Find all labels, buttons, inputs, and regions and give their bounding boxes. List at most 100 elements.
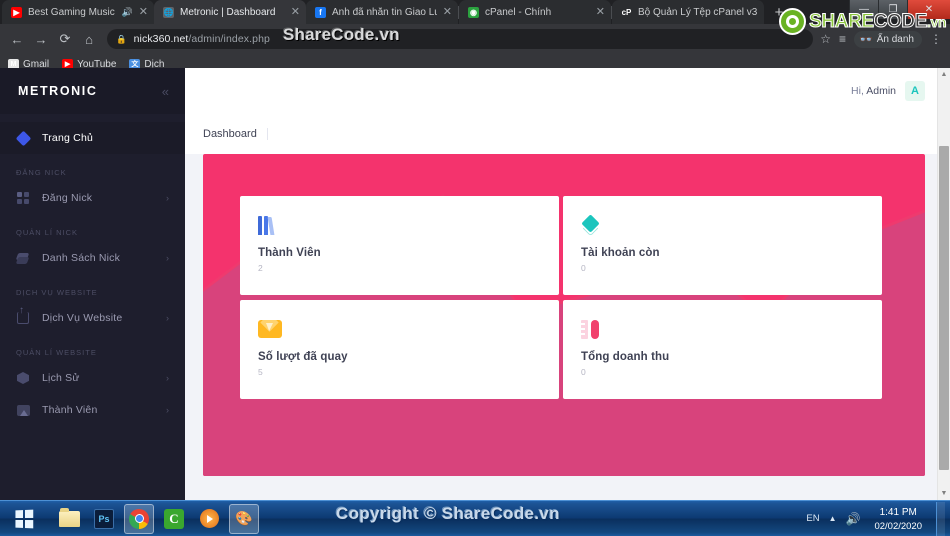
stat-card-tong-doanh-thu[interactable]: Tổng doanh thu 0 [563,300,882,399]
main-content: Hi, Admin A Dashboard Thành Viên 2 Tài k… [185,68,950,500]
folder-icon [58,507,80,527]
scroll-up-icon[interactable]: ▲ [938,68,950,81]
taskbar-file-explorer[interactable] [54,504,84,534]
sidebar-item-dich-vu-website[interactable]: Dịch Vụ Website › [0,302,185,334]
language-indicator[interactable]: EN [806,513,819,524]
taskbar-clock[interactable]: 1:41 PM 02/02/2020 [869,505,927,533]
toolbar-right-actions: ☆ ≡ 👓 Ẩn danh ⋮ [820,30,944,48]
tray-expand-icon[interactable]: ▲ [829,514,837,523]
taskbar-paint[interactable]: 🎨 [229,503,259,534]
layers-icon [15,251,30,265]
camtasia-icon: C [164,508,184,529]
home-icon[interactable]: ⌂ [78,28,100,50]
browser-tab-2[interactable]: f Anh đã nhắn tin Giao Luu - Cod ✕ [306,0,458,24]
windows-logo-icon [15,509,33,528]
address-bar[interactable]: 🔒 nick360.net/admin/index.php [107,29,814,49]
tab-title: Bộ Quản Lý Tệp cPanel v3 [638,6,758,18]
sidebar-item-trang-chu[interactable]: Trang Chủ [0,122,185,154]
tab-audio-icon[interactable]: 🔊 [122,7,133,18]
scrollbar-thumb[interactable] [939,146,949,470]
url-text: nick360.net/admin/index.php [134,33,270,45]
page-scrollbar[interactable]: ▲ ▼ [937,68,950,500]
image-icon [16,403,30,417]
incognito-label: Ẩn danh [876,33,914,45]
taskbar-camtasia[interactable]: C [159,504,189,534]
scroll-down-icon[interactable]: ▼ [938,487,950,500]
app-topbar: Hi, Admin A [185,68,950,114]
new-tab-button[interactable]: + [768,1,790,23]
browser-tab-1[interactable]: 🌐 Metronic | Dashboard ✕ [154,0,306,24]
url-domain: nick360.net [133,33,189,45]
sidebar-item-dang-nick[interactable]: Đăng Nick › [0,182,185,214]
chevron-right-icon: › [166,313,169,323]
forward-icon[interactable]: → [30,28,52,50]
diamond-icon [581,212,864,238]
maximize-button[interactable]: ❐ [878,0,907,19]
youtube-icon: ▶ [11,6,22,18]
url-path: /admin/index.php [188,33,270,45]
stat-card-tai-khoan-con[interactable]: Tài khoản còn 0 [563,196,882,295]
reading-list-icon[interactable]: ≡ [839,32,846,46]
paint-icon: 🎨 [235,510,253,526]
browser-toolbar: ← → ⟳ ⌂ 🔒 nick360.net/admin/index.php ☆ … [0,8,950,54]
window-close-button[interactable]: ✕ [907,0,950,19]
taskbar-media-player[interactable] [194,504,224,534]
sidebar-item-thanh-vien[interactable]: Thành Viên › [0,394,185,426]
start-button[interactable] [0,502,48,536]
breadcrumb-divider [266,128,268,140]
chevron-right-icon: › [166,193,169,203]
chevron-right-icon: › [166,373,169,383]
stat-card-so-luot-da-quay[interactable]: Số lượt đã quay 5 [240,300,559,399]
box-icon [16,371,30,385]
books-icon [258,212,541,238]
minimize-button[interactable]: — [849,0,878,19]
stat-cards-grid: Thành Viên 2 Tài khoản còn 0 Số lượt đã … [240,196,882,399]
stat-card-thanh-vien[interactable]: Thành Viên 2 [240,196,559,295]
card-value: 0 [581,367,586,377]
cpanel-icon: ◉ [468,6,479,18]
bookmark-star-icon[interactable]: ☆ [820,32,831,46]
sidebar-item-lich-su[interactable]: Lịch Sử › [0,362,185,394]
photoshop-icon: Ps [94,508,114,529]
chevron-right-icon: › [166,253,169,263]
sidebar-item-danh-sach-nick[interactable]: Danh Sách Nick › [0,242,185,274]
chrome-menu-icon[interactable]: ⋮ [930,32,942,46]
incognito-indicator[interactable]: 👓 Ẩn danh [854,30,922,48]
tab-close-icon[interactable]: ✕ [139,6,148,18]
chrome-browser-window: ▶ Best Gaming Music Mix 202 🔊 ✕ 🌐 Metron… [0,0,950,500]
upload-icon [16,305,30,325]
browser-tab-0[interactable]: ▶ Best Gaming Music Mix 202 🔊 ✕ [2,0,154,24]
system-tray: EN ▲ 🔊 1:41 PM 02/02/2020 [806,501,950,536]
sidebar-section-quan-li-nick: QUẢN LÍ NICK [16,228,79,237]
incognito-glasses-icon: 👓 [859,33,873,46]
volume-icon[interactable]: 🔊 [846,512,861,526]
taskbar-watermark: Copyright © ShareCode.vn [336,504,560,523]
browser-tab-3[interactable]: ◉ cPanel - Chính ✕ [459,0,611,24]
card-value: 2 [258,263,263,273]
back-icon[interactable]: ← [6,28,28,50]
tab-title: Metronic | Dashboard [180,6,276,18]
chrome-icon [129,508,149,529]
page-viewport: METRONIC « Trang Chủ ĐĂNG NICK Đăng Nick… [0,68,950,500]
taskbar-google-chrome[interactable] [124,503,154,534]
sidebar-collapse-icon[interactable]: « [162,84,169,99]
card-title: Thành Viên [258,247,321,259]
reload-icon[interactable]: ⟳ [54,28,76,50]
sidebar-section-dich-vu-website: DỊCH VỤ WEBSITE [16,288,98,297]
show-desktop-button[interactable] [936,501,945,536]
breadcrumb-bar: Dashboard [185,114,950,154]
sidebar-item-label: Lịch Sử [42,372,80,384]
app-sidebar: METRONIC « Trang Chủ ĐĂNG NICK Đăng Nick… [0,68,185,500]
tab-close-icon[interactable]: ✕ [443,6,452,18]
browser-tab-4[interactable]: cP Bộ Quản Lý Tệp cPanel v3 [612,0,764,24]
tab-title: cPanel - Chính [485,6,552,18]
tab-close-icon[interactable]: ✕ [596,6,605,18]
tab-close-icon[interactable]: ✕ [291,6,300,18]
card-value: 0 [581,263,586,273]
avatar[interactable]: A [905,81,925,101]
windows-taskbar: Ps C 🎨 Copyright © ShareCode.vn EN ▲ 🔊 1… [0,500,950,536]
globe-icon: 🌐 [163,6,174,18]
clock-date: 02/02/2020 [874,520,922,532]
taskbar-photoshop[interactable]: Ps [89,504,119,534]
tab-title: Best Gaming Music Mix 202 [28,6,116,18]
